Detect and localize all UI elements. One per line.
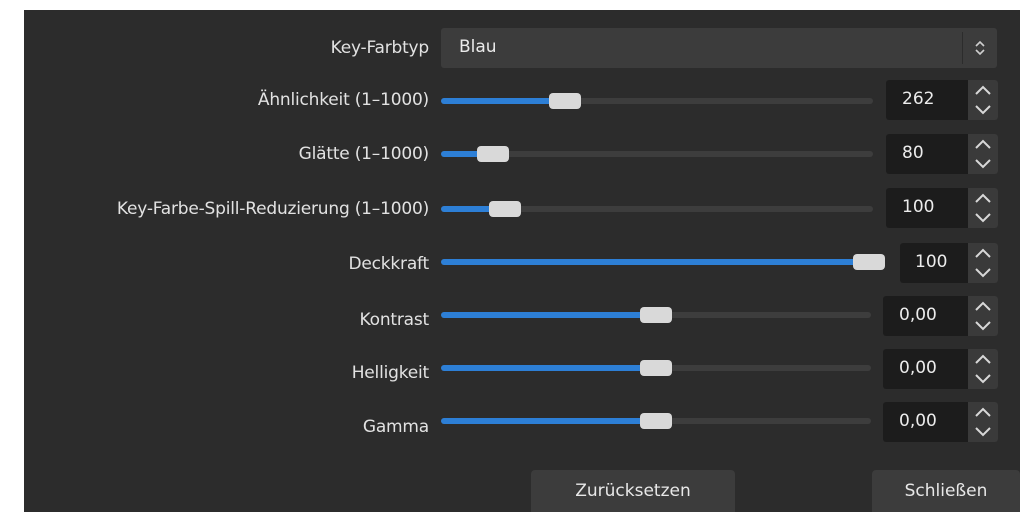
contrast-label: Kontrast [359,310,430,330]
spill-reduction-value[interactable]: 100 [902,197,934,217]
slider-fill [441,312,656,318]
similarity-value[interactable]: 262 [902,89,934,109]
opacity-value[interactable]: 100 [915,252,947,272]
chevron-down-icon[interactable] [968,369,998,389]
smoothness-label: Glätte (1–1000) [298,144,430,164]
key-color-type-value: Blau [459,37,497,57]
slider-fill [441,418,656,424]
smoothness-spinbox[interactable]: 80 [886,134,998,174]
dropdown-separator [962,32,963,64]
updown-chevron-icon [975,40,985,56]
similarity-spinbox[interactable]: 262 [886,80,998,120]
smoothness-slider[interactable] [441,139,873,169]
contrast-value[interactable]: 0,00 [899,305,937,325]
brightness-slider[interactable] [441,353,871,383]
similarity-label: Ähnlichkeit (1–1000) [257,90,429,110]
smoothness-value[interactable]: 80 [902,143,924,163]
opacity-label: Deckkraft [348,254,429,274]
chevron-down-icon[interactable] [968,100,998,120]
brightness-spinbox[interactable]: 0,00 [883,349,998,389]
gamma-label: Gamma [362,417,429,437]
chevron-up-icon[interactable] [968,134,998,154]
reset-button[interactable]: Zurücksetzen [531,470,735,512]
gamma-spinbox[interactable]: 0,00 [883,402,998,442]
slider-fill [441,259,869,265]
chevron-up-icon[interactable] [968,80,998,100]
slider-fill [441,365,656,371]
chevron-up-icon[interactable] [968,243,998,263]
chevron-up-icon[interactable] [968,349,998,369]
chevron-up-icon[interactable] [968,296,998,316]
slider-handle[interactable] [549,93,581,109]
gamma-value[interactable]: 0,00 [899,411,937,431]
spill-reduction-label: Key-Farbe-Spill-Reduzierung (1–1000) [116,199,429,219]
spill-reduction-spinbox[interactable]: 100 [886,188,998,228]
gamma-slider[interactable] [441,406,871,436]
slider-handle[interactable] [640,413,672,429]
opacity-spinbox[interactable]: 100 [900,243,998,283]
slider-handle[interactable] [640,360,672,376]
opacity-slider[interactable] [441,247,885,277]
chevron-down-icon[interactable] [968,208,998,228]
spill-reduction-slider[interactable] [441,194,873,224]
slider-handle[interactable] [477,146,509,162]
chevron-down-icon[interactable] [968,263,998,283]
contrast-slider[interactable] [441,300,871,330]
slider-handle[interactable] [853,254,885,270]
key-color-type-label: Key-Farbtyp [330,38,430,58]
close-button[interactable]: Schließen [872,470,1020,512]
brightness-label: Helligkeit [351,363,429,383]
slider-fill [441,98,565,104]
chevron-down-icon[interactable] [968,154,998,174]
chevron-up-icon[interactable] [968,402,998,422]
similarity-slider[interactable] [441,86,873,116]
key-color-type-dropdown[interactable]: Blau [441,28,997,68]
contrast-spinbox[interactable]: 0,00 [883,296,998,336]
slider-handle[interactable] [489,201,521,217]
slider-handle[interactable] [640,307,672,323]
chevron-down-icon[interactable] [968,316,998,336]
chevron-down-icon[interactable] [968,422,998,442]
brightness-value[interactable]: 0,00 [899,358,937,378]
chevron-up-icon[interactable] [968,188,998,208]
